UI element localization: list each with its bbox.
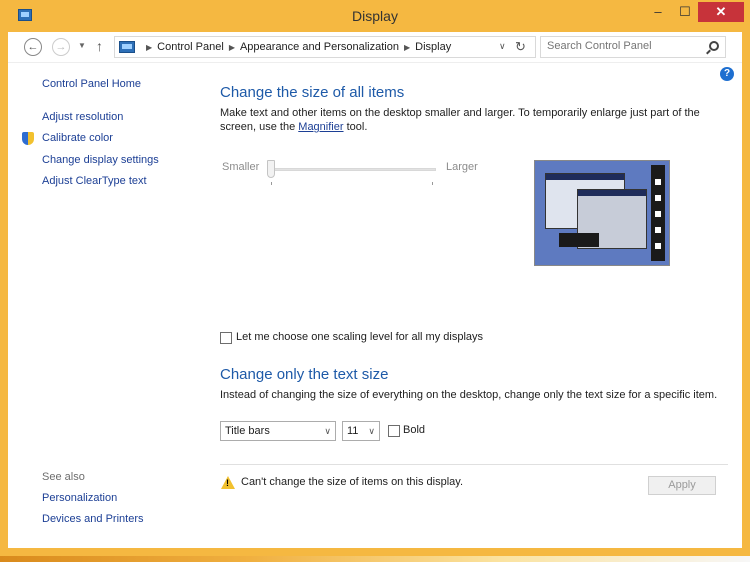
control-panel-icon — [119, 41, 135, 53]
size-slider-track[interactable] — [270, 168, 436, 171]
item-select[interactable]: Title bars ∨ — [220, 421, 336, 441]
breadcrumb: ▶ Control Panel ▶ Appearance and Personaliz… — [141, 41, 451, 53]
sidebar-item-change-display-settings[interactable]: Change display settings — [42, 154, 159, 166]
preview-dot — [655, 179, 661, 185]
preview-dot — [655, 195, 661, 201]
window-title: Display — [352, 8, 398, 24]
see-also-personalization[interactable]: Personalization — [42, 492, 117, 504]
slider-label-smaller: Smaller — [222, 161, 260, 173]
up-button[interactable]: ↑ — [96, 38, 103, 54]
breadcrumb-appearance[interactable]: Appearance and Personalization — [240, 41, 399, 53]
description-text-end: tool. — [343, 121, 368, 133]
search-icon[interactable] — [709, 41, 719, 51]
help-icon[interactable]: ? — [720, 67, 734, 81]
warning-message: Can't change the size of items on this d… — [241, 476, 464, 488]
preview-dot — [655, 227, 661, 233]
section-description-text-size: Instead of changing the size of everythi… — [220, 389, 718, 401]
close-button[interactable]: ✕ — [698, 2, 744, 22]
description-text: Make text and other items on the desktop… — [220, 107, 700, 133]
size-slider-thumb[interactable] — [267, 160, 275, 178]
sidebar-item-calibrate-color[interactable]: Calibrate color — [42, 132, 113, 144]
maximize-button[interactable]: ☐ — [672, 2, 698, 22]
desktop-background — [0, 556, 750, 562]
display-window: Display – ☐ ✕ ← → ▼ ↑ ▶ Control Panel ▶ App… — [0, 0, 750, 556]
scaling-level-checkbox[interactable] — [220, 332, 232, 344]
breadcrumb-separator[interactable]: ▶ — [229, 43, 235, 52]
scaling-level-label[interactable]: Let me choose one scaling level for all … — [236, 331, 483, 343]
bold-checkbox[interactable] — [388, 425, 400, 437]
display-preview-image — [534, 160, 670, 266]
sidebar-item-adjust-resolution[interactable]: Adjust resolution — [42, 111, 123, 123]
forward-button[interactable]: → — [52, 38, 70, 56]
breadcrumb-separator[interactable]: ▶ — [404, 43, 410, 52]
magnifier-link[interactable]: Magnifier — [298, 121, 343, 133]
see-also-heading: See also — [42, 471, 85, 483]
preview-sidebar — [651, 165, 665, 261]
minimize-button[interactable]: – — [644, 2, 672, 22]
chevron-down-icon: ∨ — [368, 426, 375, 436]
slider-label-larger: Larger — [446, 161, 478, 173]
content-area: Control Panel Home Adjust resolution Cal… — [8, 62, 742, 548]
item-select-value: Title bars — [225, 425, 270, 437]
navigation-bar: ← → ▼ ↑ ▶ Control Panel ▶ Appearance and Pe… — [8, 32, 742, 62]
font-size-value: 11 — [347, 425, 359, 437]
slider-tick — [432, 182, 433, 185]
warning-mark: ! — [226, 478, 229, 488]
breadcrumb-separator[interactable]: ▶ — [146, 43, 152, 52]
recent-locations-button[interactable]: ▼ — [78, 41, 86, 50]
preview-dot — [655, 211, 661, 217]
title-bar[interactable]: Display – ☐ ✕ — [0, 0, 750, 32]
search-box[interactable] — [540, 36, 726, 58]
chevron-down-icon: ∨ — [324, 426, 331, 436]
font-size-select[interactable]: 11 ∨ — [342, 421, 380, 441]
bold-label[interactable]: Bold — [403, 424, 425, 436]
back-button[interactable]: ← — [24, 38, 42, 56]
divider — [8, 62, 742, 63]
sidebar-item-adjust-cleartype[interactable]: Adjust ClearType text — [42, 175, 147, 187]
section-title-all-items: Change the size of all items — [220, 84, 405, 101]
search-input[interactable] — [547, 40, 697, 52]
refresh-button[interactable]: ↻ — [515, 39, 526, 55]
divider — [220, 464, 728, 465]
address-history-dropdown[interactable]: ∨ — [499, 41, 506, 52]
address-bar[interactable]: ▶ Control Panel ▶ Appearance and Personaliz… — [114, 36, 536, 58]
preview-dot — [655, 243, 661, 249]
breadcrumb-control-panel[interactable]: Control Panel — [157, 41, 224, 53]
apply-button[interactable]: Apply — [648, 476, 716, 495]
sidebar-item-control-panel-home[interactable]: Control Panel Home — [42, 78, 141, 90]
see-also-devices-and-printers[interactable]: Devices and Printers — [42, 513, 144, 525]
shield-icon — [22, 132, 34, 145]
preview-taskbar — [559, 233, 599, 247]
section-description-all-items: Make text and other items on the desktop… — [220, 106, 720, 134]
slider-tick — [271, 182, 272, 185]
breadcrumb-display[interactable]: Display — [415, 41, 451, 53]
section-title-text-size: Change only the text size — [220, 366, 389, 383]
